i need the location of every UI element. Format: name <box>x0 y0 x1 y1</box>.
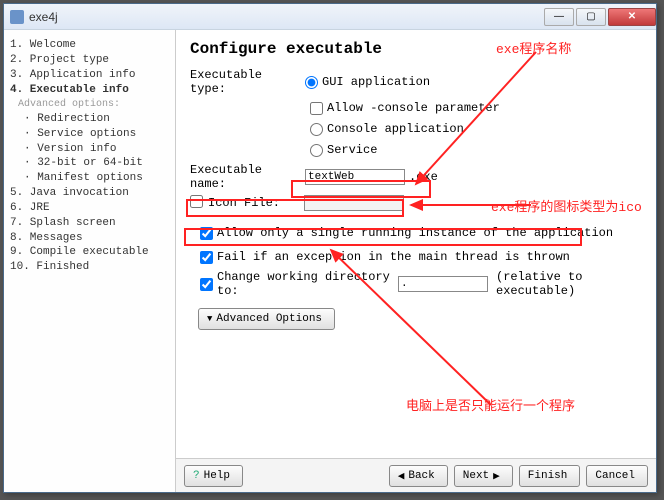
exec-name-label: Executable name: <box>190 163 305 191</box>
close-button[interactable]: ✕ <box>608 8 656 26</box>
nav-item[interactable]: 1. Welcome <box>8 38 171 53</box>
nav-item[interactable]: 5. Java invocation <box>8 186 171 201</box>
help-icon: ? <box>193 470 200 482</box>
finish-button[interactable]: Finish <box>519 465 581 487</box>
chk-icon-file[interactable] <box>190 195 203 208</box>
nav-item[interactable]: · Service options <box>8 127 171 142</box>
chk-single-instance[interactable] <box>200 227 213 240</box>
window-title: exe4j <box>29 10 542 24</box>
icon-file-label: Icon File: <box>208 196 304 210</box>
nav-item[interactable]: 6. JRE <box>8 201 171 216</box>
exec-ext: .exe <box>409 170 438 184</box>
nav-item[interactable]: 4. Executable info <box>8 83 171 98</box>
titlebar: exe4j — ▢ ✕ <box>4 4 656 30</box>
radio-gui-label: GUI application <box>322 75 430 89</box>
back-button[interactable]: ◀Back <box>389 465 448 487</box>
nav-item[interactable]: · Manifest options <box>8 171 171 186</box>
chk-allow-console[interactable] <box>310 102 323 115</box>
nav-item[interactable]: Advanced options: <box>8 98 171 112</box>
minimize-button[interactable]: — <box>544 8 574 26</box>
chk-fail-exception[interactable] <box>200 251 213 264</box>
radio-console-label: Console application <box>327 122 464 136</box>
wizard-nav: 1. Welcome2. Project type3. Application … <box>4 30 176 492</box>
icon-file-input <box>304 195 404 211</box>
nav-item[interactable]: 3. Application info <box>8 68 171 83</box>
arrow-left-icon: ◀ <box>398 469 405 483</box>
radio-console[interactable] <box>310 123 323 136</box>
app-window: exe4j — ▢ ✕ 1. Welcome2. Project type3. … <box>3 3 657 493</box>
nav-item[interactable]: 9. Compile executable <box>8 245 171 260</box>
next-button[interactable]: Next▶ <box>454 465 513 487</box>
nav-item[interactable]: · 32-bit or 64-bit <box>8 156 171 171</box>
radio-gui[interactable] <box>305 76 318 89</box>
chevron-down-icon: ▼ <box>207 314 212 324</box>
help-button[interactable]: ?Help <box>184 465 243 487</box>
maximize-button[interactable]: ▢ <box>576 8 606 26</box>
exec-name-input[interactable] <box>305 169 405 185</box>
exec-type-label: Executable type: <box>190 68 305 96</box>
cancel-button[interactable]: Cancel <box>586 465 648 487</box>
radio-service-label: Service <box>327 143 377 157</box>
nav-item[interactable]: 10. Finished <box>8 260 171 275</box>
nav-item[interactable]: 2. Project type <box>8 53 171 68</box>
arrow-right-icon: ▶ <box>493 469 500 483</box>
chk-cwd-label: Change working directory to: <box>217 270 392 298</box>
chk-single-label: Allow only a single running instance of … <box>217 226 613 240</box>
nav-item[interactable]: · Redirection <box>8 112 171 127</box>
page-heading: Configure executable <box>190 40 646 58</box>
nav-item[interactable]: 7. Splash screen <box>8 216 171 231</box>
annotation-3: 电脑上是否只能运行一个程序 <box>406 395 575 414</box>
cwd-rel-label: (relative to executable) <box>496 270 646 298</box>
chk-change-cwd[interactable] <box>200 278 213 291</box>
main-panel: Configure executable Executable type: GU… <box>176 30 656 492</box>
advanced-options-button[interactable]: ▼Advanced Options <box>198 308 335 330</box>
nav-item[interactable]: · Version info <box>8 142 171 157</box>
chk-fail-label: Fail if an exception in the main thread … <box>217 250 570 264</box>
app-icon <box>10 10 24 24</box>
chk-allow-console-label: Allow -console parameter <box>327 101 500 115</box>
wizard-footer: ?Help ◀Back Next▶ Finish Cancel <box>176 458 656 492</box>
nav-item[interactable]: 8. Messages <box>8 231 171 246</box>
cwd-input[interactable] <box>398 276 488 292</box>
radio-service[interactable] <box>310 144 323 157</box>
